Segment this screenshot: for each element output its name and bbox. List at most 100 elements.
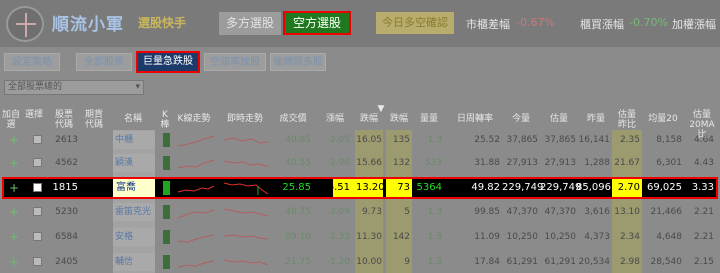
table-row[interactable]: + 2613 中櫃 40.85 -2.05 16.05 135 1.3 25.5… <box>0 130 720 150</box>
yest-vol: 20,534 <box>578 257 611 267</box>
today-vol: 27,913 <box>506 158 539 168</box>
add-watch-icon[interactable]: + <box>9 202 19 222</box>
col-today-vol: 今量 <box>511 114 530 124</box>
est-vol: 47,370 <box>544 207 577 217</box>
k-trend-chart <box>177 159 215 169</box>
otc-label: 櫃買漲幅 <box>580 18 624 31</box>
k-trend-chart <box>177 234 215 243</box>
k-bar <box>163 133 170 147</box>
stock-name[interactable]: 穎漢 <box>113 154 155 172</box>
today-confirm-button[interactable]: 今日多空確認 <box>376 12 454 34</box>
tab-huge-drop[interactable]: 巨量急跌股 <box>136 51 200 73</box>
col-est-vol: 估量 <box>549 114 568 124</box>
ma-ratio: 4.43 <box>693 158 714 168</box>
stock-name[interactable]: 中櫃 <box>113 131 155 149</box>
avg20: 28,540 <box>650 257 683 267</box>
est-ratio: 21.67 <box>614 158 640 168</box>
col-drop[interactable]: 跌幅 <box>356 114 382 124</box>
drop2: 135 <box>392 135 410 145</box>
row-checkbox[interactable] <box>33 207 42 216</box>
stock-name[interactable]: 安格 <box>113 228 155 246</box>
table-row[interactable]: + 6584 安格 89.10 -1.33 11.30 142 1.3 11.0… <box>0 227 720 247</box>
add-watch-icon[interactable]: + <box>9 227 19 247</box>
turnover: 17.84 <box>474 257 500 267</box>
add-watch-icon[interactable]: + <box>9 179 19 197</box>
col-turnover: 日周轉率 <box>456 114 493 124</box>
strategy-button[interactable]: 設定策略 <box>4 53 60 71</box>
realtime-chart <box>223 137 269 144</box>
drop2: 132 <box>392 158 410 168</box>
add-watch-icon[interactable]: + <box>9 130 19 150</box>
stock-filter-select[interactable]: 全部股票總的 <box>4 80 144 95</box>
today-vol: 47,370 <box>506 207 539 217</box>
est-vol: 229,749 <box>540 182 582 193</box>
today-vol: 10,250 <box>506 232 539 242</box>
col-est-ratio: 估量昨比 <box>617 110 636 130</box>
ma-ratio: 2.15 <box>693 257 714 267</box>
col-k-trend: K線走勢 <box>177 114 211 124</box>
tab-short-squeeze[interactable]: 空頭率放股 <box>204 53 266 71</box>
price: 89.10 <box>285 232 311 242</box>
yest-vol: 3,616 <box>584 207 610 217</box>
multi-selection-button[interactable]: 多方選股 <box>219 12 281 35</box>
ma-ratio: 2.21 <box>693 232 714 242</box>
est-vol: 61,291 <box>544 257 577 267</box>
row-checkbox[interactable] <box>33 183 42 192</box>
add-watch-icon[interactable]: + <box>9 252 19 272</box>
yest-vol: 4,373 <box>584 232 610 242</box>
table-row[interactable]: + 4562 穎漢 40.55 -2.96 15.66 132 533 31.8… <box>0 153 720 173</box>
price: 40.55 <box>285 158 311 168</box>
est-vol: 37,865 <box>544 135 577 145</box>
change: -1.20 <box>326 257 350 267</box>
row-checkbox[interactable] <box>33 135 42 144</box>
table-row[interactable]: + 5230 雷笛克光 48.75 -3.09 9.73 5 1.3 99.85… <box>0 202 720 222</box>
est-ratio: 13.10 <box>614 207 640 217</box>
price: 40.85 <box>285 135 311 145</box>
short-selection-button[interactable]: 空方選股 <box>283 11 351 35</box>
stock-code: 1815 <box>52 182 78 193</box>
yest-vol: 85,096 <box>576 182 611 193</box>
row-checkbox[interactable] <box>33 158 42 167</box>
drop1: 11.30 <box>356 232 382 242</box>
k-bar <box>163 181 170 195</box>
k-bar <box>163 255 170 269</box>
k-bar <box>163 156 170 170</box>
drop1: 10.00 <box>356 257 382 267</box>
tab-all-stocks[interactable]: 全部股票 <box>76 53 132 71</box>
market-diff-value: -0.67% <box>516 16 555 29</box>
change: -1.33 <box>326 232 350 242</box>
stock-code: 2405 <box>55 257 78 267</box>
sort-down-icon[interactable]: ▼ <box>376 104 386 114</box>
otc-value: -0.70% <box>629 16 668 29</box>
stock-code: 5230 <box>55 207 78 217</box>
drop2: 5 <box>404 207 410 217</box>
volume: 1.3 <box>427 232 442 242</box>
today-vol: 61,291 <box>506 257 539 267</box>
tab-strong-weak[interactable]: 強轉弱多股 <box>270 53 326 71</box>
volume: 1.3 <box>427 135 442 145</box>
volume: 1.3 <box>427 207 442 217</box>
k-bar <box>163 205 170 219</box>
stock-name[interactable]: 富喬 <box>116 179 152 197</box>
table-row[interactable]: + 2405 輔信 21.75 -1.20 10.00 9 1.3 17.84 … <box>0 252 720 272</box>
add-watch-icon[interactable]: + <box>9 153 19 173</box>
realtime-chart <box>223 182 269 195</box>
row-checkbox[interactable] <box>33 232 42 241</box>
avg20: 69,025 <box>647 182 682 193</box>
k-trend-chart <box>177 260 215 268</box>
drop1: 16.05 <box>356 135 382 145</box>
app-subtitle: 選股快手 <box>138 16 187 30</box>
est-vol: 27,913 <box>544 158 577 168</box>
drop2: 9 <box>404 257 410 267</box>
ma-ratio: 4.64 <box>693 135 714 145</box>
stock-name[interactable]: 雷笛克光 <box>113 203 155 221</box>
price: 48.75 <box>285 207 311 217</box>
row-checkbox[interactable] <box>33 257 42 266</box>
change: -6.51 <box>324 182 350 193</box>
est-ratio: 2.34 <box>619 232 640 242</box>
market-diff-label: 市櫃差幅 <box>466 18 510 31</box>
change: -3.09 <box>326 207 350 217</box>
turnover: 31.88 <box>474 158 500 168</box>
stock-name[interactable]: 輔信 <box>113 253 155 271</box>
est-ratio: 2.70 <box>617 182 640 193</box>
